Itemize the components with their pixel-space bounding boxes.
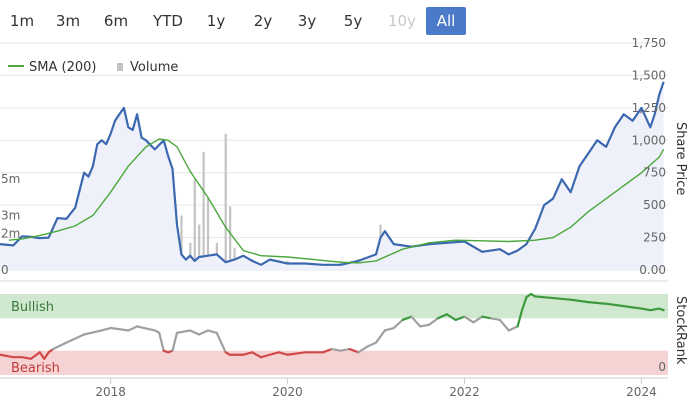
volume-tick-label: 2m <box>1 227 20 241</box>
x-tick-label: 2020 <box>272 385 303 399</box>
stockrank-segment <box>158 331 165 352</box>
price-tick-label: 1,250 <box>632 101 666 115</box>
stockrank-segment <box>507 325 519 332</box>
stockrank-segment <box>206 329 218 334</box>
volume-tick-label: 3m <box>1 209 20 223</box>
x-axis-labels: 2018 2020 2022 2024 <box>95 378 657 399</box>
legend-sma-label: SMA (200) <box>29 60 96 75</box>
stockrank-segment <box>330 347 342 352</box>
stockrank-segment <box>428 317 440 326</box>
stockrank-segment <box>489 317 501 322</box>
legend-volume-swatch <box>117 63 123 71</box>
price-tick-label: 500 <box>643 198 666 212</box>
bullish-label: Bullish <box>11 300 54 315</box>
x-tick-label: 2024 <box>626 385 657 399</box>
stockrank-segment <box>658 307 665 312</box>
stockrank-segment <box>498 318 510 332</box>
volume-bar <box>202 151 205 270</box>
price-tick-label: 1,500 <box>632 68 666 82</box>
bearish-label: Bearish <box>11 361 60 376</box>
stockrank-segment <box>82 329 103 336</box>
volume-bar <box>193 179 196 270</box>
stockrank-segment <box>339 347 351 352</box>
price-area <box>0 81 664 271</box>
stockrank-segment <box>65 333 86 344</box>
stockrank-axis-title: StockRank <box>673 296 688 365</box>
stockrank-segment <box>175 329 192 334</box>
stockrank-segment <box>197 329 210 336</box>
stockrank-segment <box>419 323 431 328</box>
price-tick-label: 1,000 <box>632 133 666 147</box>
stockrank-segment <box>171 331 179 352</box>
stockrank-segment <box>392 318 404 330</box>
price-axis-title: Share Price <box>673 122 688 195</box>
stockrank-segment <box>136 325 156 332</box>
volume-tick-label: 5m <box>1 172 20 186</box>
stockrank-tick-label: 0 <box>658 360 666 374</box>
stockrank-segment <box>51 341 68 351</box>
stockrank-segment <box>127 325 139 332</box>
price-tick-label: 250 <box>643 231 666 245</box>
stockrank-segment <box>374 329 386 344</box>
price-tick-label: 750 <box>643 166 666 180</box>
legend-volume-label: Volume <box>130 60 178 75</box>
stockrank-segment <box>383 326 395 332</box>
stockrank-segment <box>109 326 130 332</box>
price-tick-label: 1,750 <box>632 36 666 50</box>
x-tick-label: 2022 <box>449 385 480 399</box>
stockrank-segment <box>366 341 378 348</box>
chart-legend: SMA (200) Volume <box>8 60 178 75</box>
bearish-band <box>0 350 668 375</box>
stockrank-segment <box>189 329 201 336</box>
price-tick-label: 0.00 <box>639 263 666 277</box>
stockrank-segment <box>215 331 227 354</box>
share-price-chart: 0.00 250 500 750 1,000 1,250 1,500 1,750 Share P… <box>0 36 688 399</box>
volume-bar <box>224 133 227 270</box>
bullish-band <box>0 294 668 319</box>
volume-tick-label: 0 <box>1 263 9 277</box>
x-tick-label: 2018 <box>95 385 126 399</box>
stockrank-segment <box>100 326 112 332</box>
